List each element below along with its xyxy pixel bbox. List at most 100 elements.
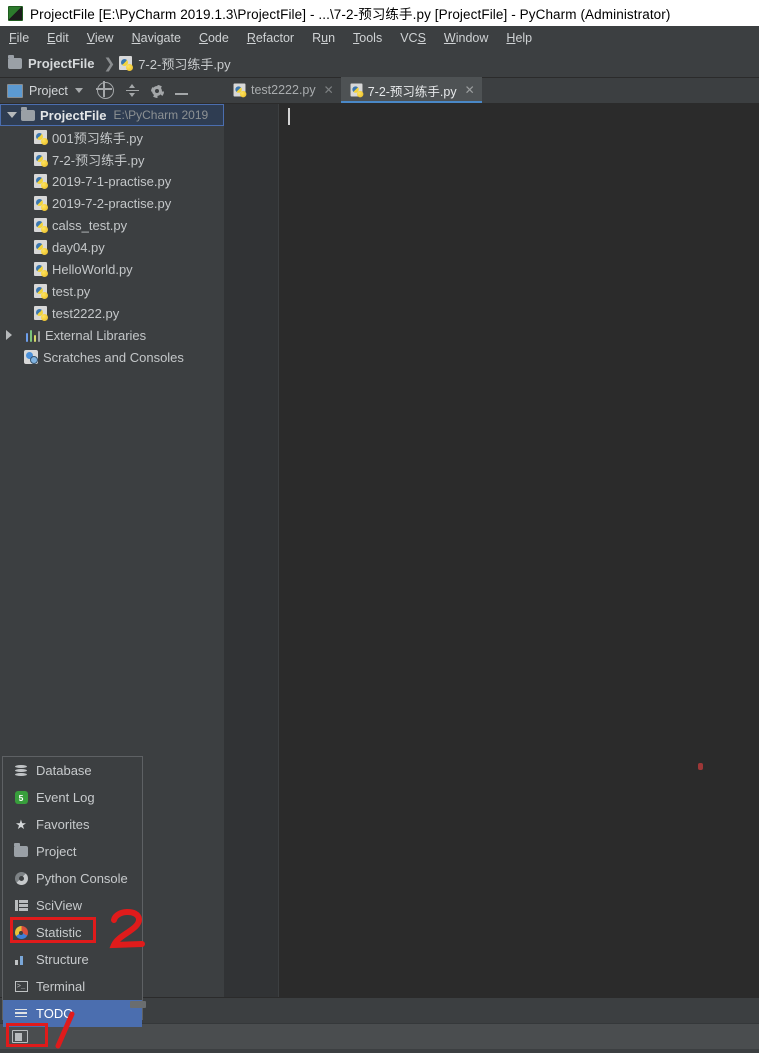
folder-icon [8,54,22,69]
structure-icon [13,954,29,965]
menu-item-label: Terminal [36,979,86,994]
menu-item-project[interactable]: Project [3,838,142,865]
menu-item-terminal[interactable]: >_ Terminal [3,973,142,1000]
menu-code[interactable]: Code [190,29,238,47]
python-console-icon [13,872,29,885]
tab-label: test2222.py [251,83,316,97]
menu-item-label: Favorites [36,817,90,832]
python-file-icon [233,83,247,98]
menu-item-label: Python Console [36,871,128,886]
pycharm-icon [8,5,23,21]
python-file-icon [34,240,48,255]
sciview-icon [13,900,29,911]
python-file-icon [34,196,48,211]
menu-item-python-console[interactable]: Python Console [3,865,142,892]
tree-label: test.py [52,283,91,299]
project-toolwindow-title: Project [29,83,68,98]
text-caret [288,108,290,125]
window-title: ProjectFile [E:\PyCharm 2019.1.3\Project… [30,7,671,22]
settings-gear-icon[interactable] [150,84,164,98]
tree-row-file[interactable]: day04.py [0,236,224,258]
popup-scrollbar-thumb[interactable] [130,1001,146,1008]
hide-icon[interactable] [174,93,188,95]
tree-row-file[interactable]: test2222.py [0,302,224,324]
breadcrumb-item-file[interactable]: 7-2-预习练手.py [119,54,231,73]
menu-item-label: TODO [36,1006,74,1021]
menu-edit[interactable]: Edit [38,29,78,47]
tree-row-file[interactable]: HelloWorld.py [0,258,224,280]
collapse-all-icon[interactable] [125,83,140,98]
close-icon[interactable]: ✕ [465,84,475,96]
menu-navigate[interactable]: Navigate [123,29,190,47]
tree-label: Scratches and Consoles [43,349,184,365]
tree-row-file[interactable]: 001预习练手.py [0,126,224,148]
menu-vcs[interactable]: VCS [391,29,435,47]
editor-gutter [224,104,279,997]
menu-item-favorites[interactable]: ★ Favorites [3,811,142,838]
breadcrumb-label: ProjectFile [28,55,95,71]
menu-help[interactable]: Help [497,29,541,47]
breadcrumb-separator: ❯ [103,54,116,71]
breadcrumb: ProjectFile ❯ 7-2-预习练手.py [0,49,759,78]
close-icon[interactable]: ✕ [324,84,334,96]
database-icon [13,764,29,777]
editor-tab-strip: test2222.py ✕ 7-2-预习练手.py ✕ [224,77,759,104]
tree-label: 2019-7-2-practise.py [52,195,172,211]
python-file-icon [119,56,134,71]
menu-item-sciview[interactable]: SciView [3,892,142,919]
menu-file[interactable]: File [0,29,38,47]
menu-tools[interactable]: Tools [344,29,391,47]
menu-item-statistic[interactable]: Statistic [3,919,142,946]
libraries-icon [26,329,40,342]
toolwindow-popup-menu[interactable]: Database 5 Event Log ★ Favorites Project… [2,756,143,1027]
tree-row-file[interactable]: calss_test.py [0,214,224,236]
tab-label: 7-2-预习练手.py [367,84,457,99]
locate-icon[interactable] [95,81,114,99]
mouse-pointer-dot [698,763,703,770]
tree-row-scratches[interactable]: Scratches and Consoles [0,346,224,368]
menu-window[interactable]: Window [435,29,497,47]
tree-row-root[interactable]: ProjectFile E:\PyCharm 2019 [0,104,224,126]
menu-item-label: Project [36,844,77,859]
tree-row-file[interactable]: test.py [0,280,224,302]
project-toolwindow-header: Project [0,78,224,104]
menu-item-event-log[interactable]: 5 Event Log [3,784,142,811]
menu-run[interactable]: Run [303,29,344,47]
tree-label: External Libraries [45,327,147,343]
menu-item-database[interactable]: Database [3,757,142,784]
event-log-badge: 5 [14,791,28,804]
menu-item-todo[interactable]: TODO [3,1000,142,1027]
star-icon: ★ [15,817,27,832]
tree-label: calss_test.py [52,217,128,233]
tree-row-file[interactable]: 2019-7-1-practise.py [0,170,224,192]
python-file-icon [34,130,48,145]
code-editor[interactable] [224,104,759,997]
terminal-icon: >_ [13,981,29,992]
project-icon [7,83,23,98]
tree-row-external-libraries[interactable]: External Libraries [0,324,224,346]
menu-item-label: Event Log [36,790,95,805]
menu-item-label: Database [36,763,92,778]
chevron-right-icon[interactable] [6,330,12,340]
menu-view[interactable]: View [78,29,123,47]
tab-7-2-yuxilianshou[interactable]: 7-2-预习练手.py ✕ [340,77,482,103]
tree-root-path: E:\PyCharm 2019 [113,108,209,122]
title-bar: ProjectFile [E:\PyCharm 2019.1.3\Project… [0,0,759,26]
menu-item-label: Statistic [36,925,82,940]
tree-row-file[interactable]: 2019-7-2-practise.py [0,192,224,214]
tree-label: 2019-7-1-practise.py [52,173,172,189]
chevron-down-icon[interactable] [7,112,17,118]
menu-refactor[interactable]: Refactor [238,29,303,47]
tree-label: 7-2-预习练手.py [52,152,145,168]
hide-windows-icon [12,1030,28,1043]
menu-item-structure[interactable]: Structure [3,946,142,973]
breadcrumb-item-project[interactable]: ProjectFile [8,54,95,71]
menu-item-label: Structure [36,952,89,967]
tree-label: HelloWorld.py [52,261,133,277]
tree-label: day04.py [52,239,105,255]
python-file-icon [34,306,48,321]
chevron-down-icon[interactable] [74,88,83,93]
tab-test2222[interactable]: test2222.py ✕ [224,77,341,103]
tree-row-file[interactable]: 7-2-预习练手.py [0,148,224,170]
hide-windows-button[interactable] [8,1028,32,1046]
